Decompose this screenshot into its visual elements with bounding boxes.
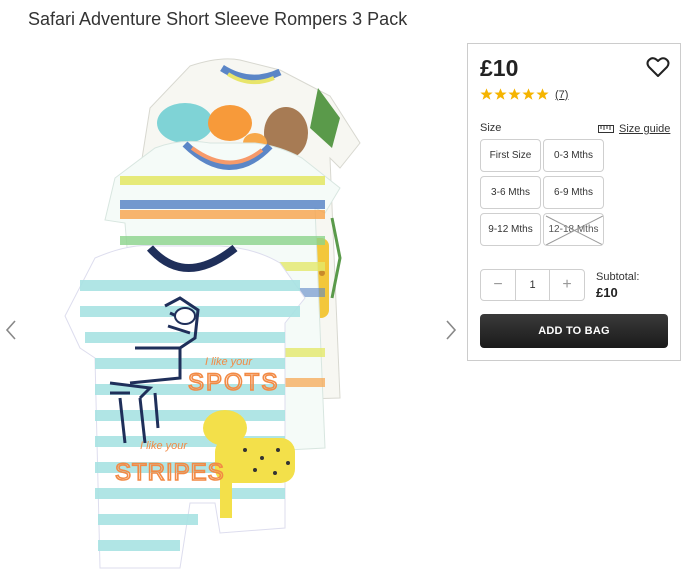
stripes-small-text: I like your [140,440,188,452]
star-icon [536,88,549,100]
quantity-decrease-button[interactable]: − [481,270,515,300]
product-gallery: I like your SPOTS I like your STRIPES [0,40,468,581]
stripes-big-text: STRIPES [115,459,225,486]
size-label: Size [480,122,502,134]
quantity-stepper: − + [480,269,585,301]
quantity-increase-button[interactable]: + [550,270,584,300]
review-count-link[interactable]: (7) [555,89,568,101]
chevron-right-icon[interactable] [443,318,459,342]
size-guide-label: Size guide [619,123,671,135]
price: £10 [480,55,519,81]
spots-big-text: SPOTS [188,369,279,396]
size-option-0-3-mths[interactable]: 0-3 Mths [543,139,604,172]
heart-outline-icon[interactable] [646,56,670,78]
product-image: I like your SPOTS I like your STRIPES [64,58,361,569]
unavailable-cross-icon [545,215,603,245]
size-option-12-18-mths[interactable]: 12-18 Mths [543,213,604,246]
subtotal-value: £10 [596,285,618,300]
size-option-3-6-mths[interactable]: 3-6 Mths [480,176,541,209]
add-to-bag-button[interactable]: ADD TO BAG [480,314,668,348]
star-icon [494,88,507,100]
star-rating: (7) [480,88,568,101]
size-option-first-size[interactable]: First Size [480,139,541,172]
size-guide-link[interactable]: Size guide [598,123,670,135]
product-title: Safari Adventure Short Sleeve Rompers 3 … [28,9,408,29]
spots-small-text: I like your [205,356,253,368]
chevron-left-icon[interactable] [3,318,19,342]
romper-front: I like your SPOTS I like your STRIPES [64,244,306,569]
size-option-6-9-mths[interactable]: 6-9 Mths [543,176,604,209]
star-icon [508,88,521,100]
purchase-panel: £10 (7) Size Size guide First Size 0-3 M… [467,43,681,361]
size-option-9-12-mths[interactable]: 9-12 Mths [480,213,541,246]
quantity-input[interactable] [515,270,550,300]
star-icon [522,88,535,100]
ruler-icon [598,125,614,133]
subtotal-label: Subtotal: [596,271,640,283]
star-icon [480,88,493,100]
